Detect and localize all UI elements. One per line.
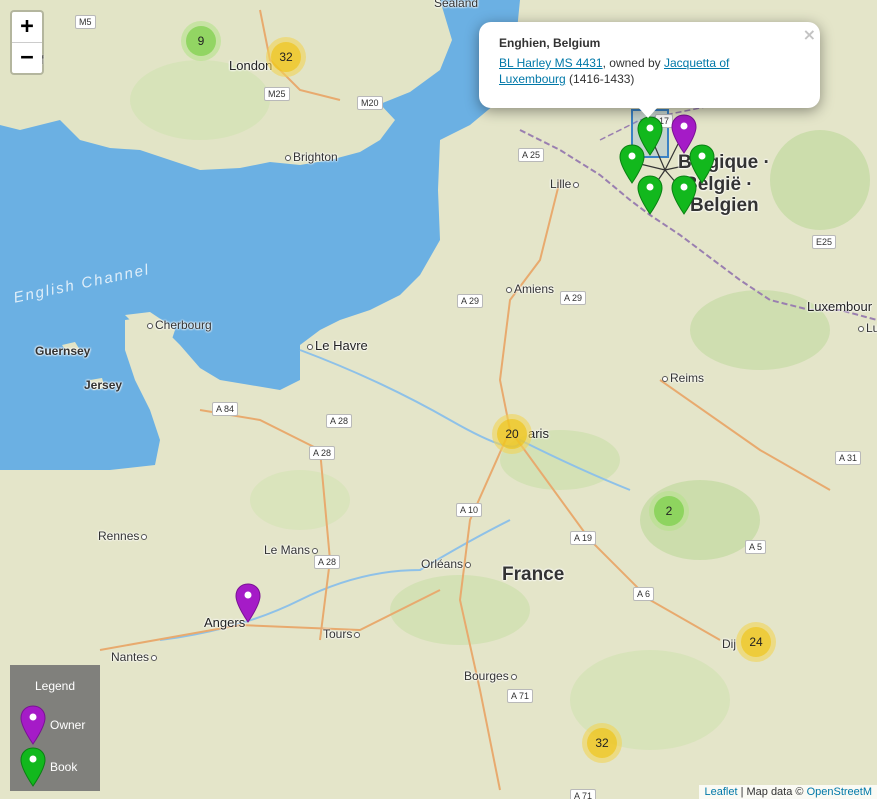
label-le-havre: Le Havre xyxy=(305,338,368,353)
cluster-marker[interactable]: 20 xyxy=(492,414,532,454)
leaflet-link[interactable]: Leaflet xyxy=(704,786,737,798)
label-guernsey: Guernsey xyxy=(35,344,91,358)
road-shield: A 10 xyxy=(456,503,483,517)
legend-book-label: Book xyxy=(50,760,78,774)
road-shield: A 6 xyxy=(633,587,655,601)
label-amiens: Amiens xyxy=(504,282,554,296)
popup-tip xyxy=(638,107,658,118)
label-dijon: Dij xyxy=(722,637,736,651)
cluster-marker[interactable]: 2 xyxy=(649,491,689,531)
cluster-count: 2 xyxy=(654,496,684,526)
map-attribution: Leaflet | Map data © OpenStreetM xyxy=(699,785,877,799)
label-france: France xyxy=(502,564,565,585)
label-tours: Tours xyxy=(323,627,362,641)
popup-owned-by: , owned by xyxy=(602,56,664,70)
road-shield: A 71 xyxy=(570,789,597,799)
road-shield: A 25 xyxy=(518,148,545,162)
owner-marker[interactable] xyxy=(235,583,261,623)
label-reims: Reims xyxy=(660,371,704,385)
label-cherbourg: Cherbourg xyxy=(145,318,212,332)
book-marker[interactable] xyxy=(671,175,697,215)
road-shield: A 29 xyxy=(560,291,587,305)
zoom-out-button[interactable]: − xyxy=(12,43,42,73)
cluster-marker[interactable]: 9 xyxy=(181,21,221,61)
label-orleans: Orléans xyxy=(421,557,473,571)
road-shield: A 5 xyxy=(745,540,767,554)
cluster-count: 9 xyxy=(186,26,216,56)
cluster-count: 32 xyxy=(271,42,301,72)
legend-owner-row: Owner xyxy=(20,705,85,745)
map-basemap xyxy=(0,0,877,799)
road-shield: A 84 xyxy=(212,402,239,416)
zoom-control: + − xyxy=(10,10,44,75)
cluster-marker[interactable]: 32 xyxy=(582,723,622,763)
label-rennes: Rennes xyxy=(98,529,149,543)
popup-body: BL Harley MS 4431, owned by Jacquetta of… xyxy=(499,55,800,87)
label-sealand: Sealand xyxy=(434,0,479,10)
label-belgium-de: Belgien xyxy=(690,195,759,216)
road-shield: M20 xyxy=(357,96,383,110)
popup-title: Enghien, Belgium xyxy=(499,36,601,50)
label-bourges: Bourges xyxy=(464,669,519,683)
label-brighton: Brighton xyxy=(283,150,338,164)
cluster-marker[interactable]: 24 xyxy=(736,622,776,662)
road-shield: M5 xyxy=(75,15,96,29)
road-shield: M25 xyxy=(264,87,290,101)
owner-link-cont[interactable]: Luxembourg xyxy=(499,72,566,86)
cluster-count: 20 xyxy=(497,419,527,449)
legend-book-row: Book xyxy=(20,747,77,787)
popup-dates: (1416-1433) xyxy=(565,72,635,86)
legend-title: Legend xyxy=(34,679,76,693)
road-shield: A 28 xyxy=(314,555,341,569)
cluster-count: 32 xyxy=(587,728,617,758)
road-shield: A 28 xyxy=(326,414,353,428)
road-shield: A 31 xyxy=(835,451,862,465)
label-le-mans: Le Mans xyxy=(264,543,320,557)
label-lux-city: Lu xyxy=(856,321,877,335)
map-legend: Legend Owner Book xyxy=(10,665,100,791)
road-shield: A 71 xyxy=(507,689,534,703)
label-jersey: Jersey xyxy=(84,378,123,392)
cluster-marker[interactable]: 32 xyxy=(266,37,306,77)
book-link[interactable]: BL Harley MS 4431 xyxy=(499,56,603,70)
road-shield: A 29 xyxy=(457,294,484,308)
legend-owner-label: Owner xyxy=(50,718,86,732)
road-shield: A 19 xyxy=(570,531,597,545)
book-marker[interactable] xyxy=(637,175,663,215)
book-pin-icon xyxy=(20,747,46,787)
owner-link[interactable]: Jacquetta of xyxy=(664,56,729,70)
attribution-text: | Map data © xyxy=(737,786,807,798)
popup-close-button[interactable]: × xyxy=(803,25,816,44)
owner-pin-icon xyxy=(20,705,46,745)
cluster-count: 24 xyxy=(741,627,771,657)
zoom-in-button[interactable]: + xyxy=(12,12,42,43)
map-canvas[interactable]: Sealand London ff Brighton Lille Belgiqu… xyxy=(0,0,877,799)
road-shield: A 28 xyxy=(309,446,336,460)
osm-link[interactable]: OpenStreetM xyxy=(807,786,872,798)
label-nantes: Nantes xyxy=(111,650,159,664)
label-luxembourg: Luxembour xyxy=(807,299,873,314)
road-shield: E25 xyxy=(812,235,837,249)
marker-popup: × Enghien, Belgium BL Harley MS 4431, ow… xyxy=(479,22,820,118)
popup-content: Enghien, Belgium BL Harley MS 4431, owne… xyxy=(499,35,800,87)
label-lille: Lille xyxy=(550,177,581,191)
